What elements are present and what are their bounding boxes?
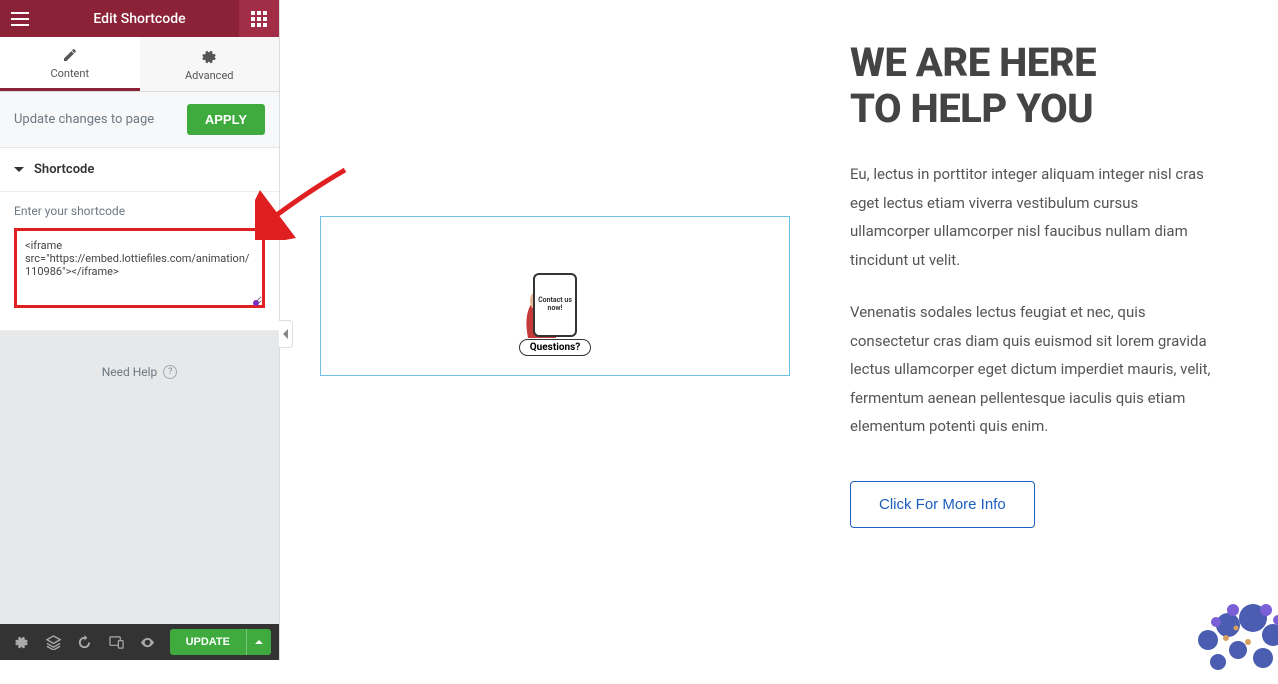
settings-button[interactable] bbox=[8, 628, 36, 656]
chevron-left-icon bbox=[283, 329, 289, 339]
canvas-right-column: WE ARE HERE TO HELP YOU Eu, lectus in po… bbox=[850, 30, 1220, 528]
navigator-button[interactable] bbox=[40, 628, 68, 656]
widgets-grid-button[interactable] bbox=[239, 0, 279, 37]
history-button[interactable] bbox=[71, 628, 99, 656]
responsive-button[interactable] bbox=[103, 628, 131, 656]
panel-tabs: Content Advanced bbox=[0, 37, 279, 92]
eye-icon bbox=[140, 635, 155, 650]
caret-down-icon bbox=[14, 165, 24, 175]
questions-bubble: Questions? bbox=[519, 339, 591, 356]
paragraph-2: Venenatis sodales lectus feugiat et nec,… bbox=[850, 298, 1220, 441]
editor-sidebar: Edit Shortcode Content Advanced Update c… bbox=[0, 0, 280, 660]
update-button[interactable]: UPDATE bbox=[170, 629, 246, 655]
tab-content[interactable]: Content bbox=[0, 37, 140, 91]
heading-line-2: TO HELP YOU bbox=[850, 85, 1093, 132]
phone-screen-text: Contact us now! bbox=[535, 297, 575, 312]
grid-icon bbox=[251, 11, 267, 27]
tab-advanced-label: Advanced bbox=[185, 69, 233, 82]
shortcode-field: Enter your shortcode bbox=[0, 192, 279, 331]
update-changes-row: Update changes to page APPLY bbox=[0, 92, 279, 148]
page-heading: WE ARE HERE TO HELP YOU bbox=[850, 40, 1220, 132]
bottom-toolbar: UPDATE bbox=[0, 624, 279, 660]
need-help-link[interactable]: Need Help ? bbox=[102, 365, 178, 379]
update-changes-text: Update changes to page bbox=[14, 112, 154, 127]
tab-content-label: Content bbox=[50, 67, 89, 80]
update-dropdown-button[interactable] bbox=[246, 629, 271, 655]
phone-illustration: Contact us now! bbox=[533, 273, 577, 337]
layers-icon bbox=[46, 635, 61, 650]
caret-up-icon bbox=[255, 638, 263, 646]
update-button-group: UPDATE bbox=[170, 629, 271, 655]
menu-button[interactable] bbox=[0, 0, 40, 37]
hamburger-icon bbox=[11, 12, 29, 26]
apply-button[interactable]: APPLY bbox=[187, 104, 265, 135]
shortcode-textarea[interactable] bbox=[14, 228, 265, 308]
tab-advanced[interactable]: Advanced bbox=[140, 37, 280, 91]
canvas-content: Contact us now! Questions? WE ARE HERE T… bbox=[320, 0, 1238, 528]
need-help-label: Need Help bbox=[102, 365, 158, 379]
gear-icon bbox=[201, 49, 217, 65]
pencil-icon bbox=[62, 47, 78, 63]
sidebar-title: Edit Shortcode bbox=[40, 11, 239, 27]
preview-canvas[interactable]: Contact us now! Questions? WE ARE HERE T… bbox=[280, 0, 1278, 660]
coral-illustration bbox=[1178, 570, 1278, 680]
paragraph-1: Eu, lectus in porttitor integer aliquam … bbox=[850, 160, 1220, 274]
sidebar-header: Edit Shortcode bbox=[0, 0, 279, 37]
app-root: Edit Shortcode Content Advanced Update c… bbox=[0, 0, 1278, 660]
need-help-row: Need Help ? bbox=[0, 331, 279, 624]
question-icon: ? bbox=[163, 365, 177, 379]
preview-button[interactable] bbox=[134, 628, 162, 656]
lottie-animation-preview: Contact us now! Questions? bbox=[500, 236, 610, 356]
heading-line-1: WE ARE HERE bbox=[850, 39, 1096, 86]
shortcode-textarea-wrap bbox=[14, 228, 265, 312]
section-shortcode-header[interactable]: Shortcode bbox=[0, 148, 279, 192]
responsive-icon bbox=[109, 635, 124, 650]
shortcode-field-label: Enter your shortcode bbox=[14, 204, 265, 218]
more-info-button[interactable]: Click For More Info bbox=[850, 481, 1035, 528]
shortcode-widget-selected[interactable]: Contact us now! Questions? bbox=[320, 216, 790, 376]
gear-icon bbox=[14, 635, 29, 650]
decorative-image bbox=[1178, 570, 1278, 680]
section-title: Shortcode bbox=[34, 162, 94, 177]
history-icon bbox=[77, 635, 92, 650]
canvas-left-column: Contact us now! Questions? bbox=[320, 30, 790, 528]
collapse-sidebar-button[interactable] bbox=[279, 320, 293, 348]
